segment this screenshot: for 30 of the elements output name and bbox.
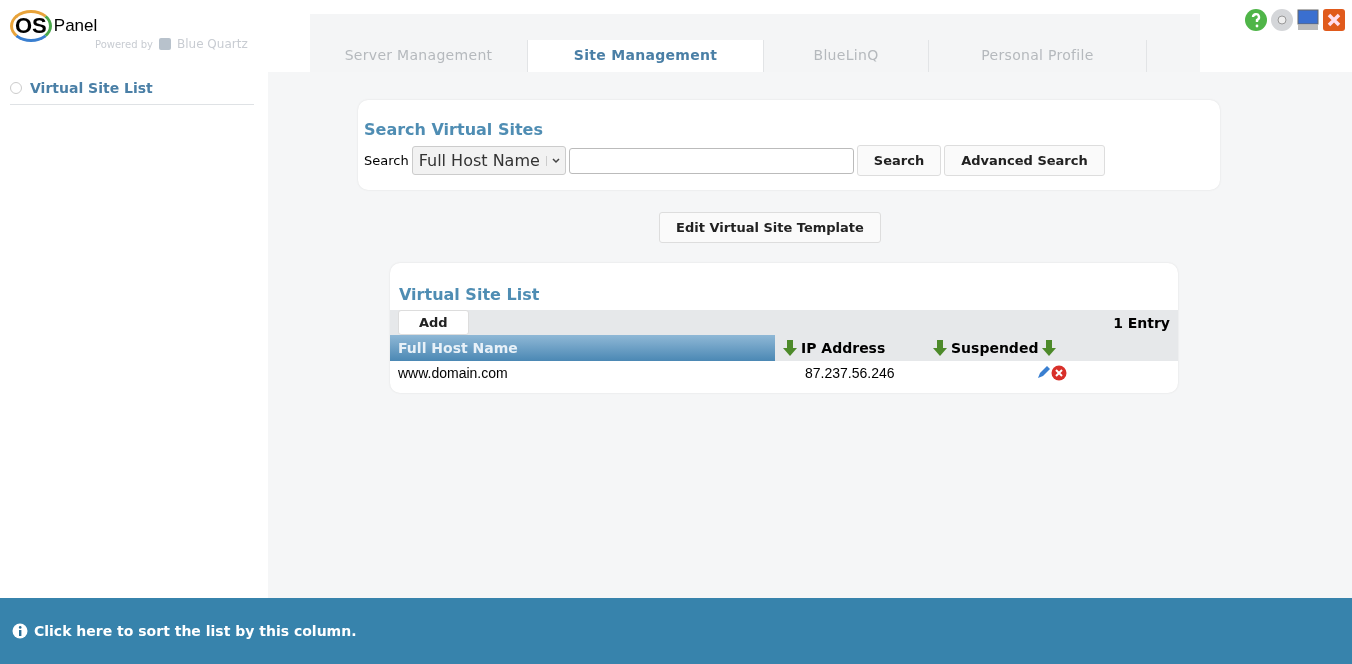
- logo-mark: OS: [10, 10, 52, 42]
- help-icon[interactable]: [1244, 8, 1268, 32]
- status-text: Click here to sort the list by this column.: [34, 623, 357, 639]
- table-cell-text: 87.237.56.246: [804, 365, 896, 381]
- table-cell-text: www.domain.com: [397, 365, 509, 381]
- sort-arrow-icon: [933, 339, 947, 357]
- logo-text: Panel: [53, 16, 98, 36]
- sort-arrow-icon: [1042, 339, 1057, 357]
- panel-title: Search Virtual Sites: [364, 120, 544, 139]
- sort-arrow-icon: [783, 339, 797, 357]
- field-select[interactable]: Full Host Name: [411, 146, 566, 175]
- close-icon[interactable]: [1322, 8, 1346, 32]
- monitor-icon[interactable]: [1296, 8, 1320, 32]
- search-label: Search: [364, 153, 409, 168]
- entry-count: 1 Entry: [1113, 314, 1170, 331]
- list-title: Virtual Site List: [398, 285, 541, 304]
- delete-icon[interactable]: [1051, 365, 1067, 381]
- search-button[interactable]: Search: [856, 145, 942, 176]
- edit-template-button[interactable]: Edit Virtual Site Template: [659, 212, 881, 243]
- column-header[interactable]: IP Address: [775, 335, 925, 361]
- chevron-down-icon: [550, 155, 561, 166]
- info-icon: [12, 623, 28, 639]
- sidebar-item[interactable]: Virtual Site List: [10, 76, 254, 105]
- search-button[interactable]: Advanced Search: [944, 145, 1105, 176]
- pencil-icon[interactable]: [1037, 365, 1051, 379]
- tab[interactable]: Site Management: [528, 40, 764, 72]
- add-button[interactable]: Add: [398, 310, 469, 335]
- column-header[interactable]: Suspended: [925, 335, 1065, 361]
- cube-icon: [156, 36, 173, 52]
- search-field[interactable]: [568, 147, 854, 174]
